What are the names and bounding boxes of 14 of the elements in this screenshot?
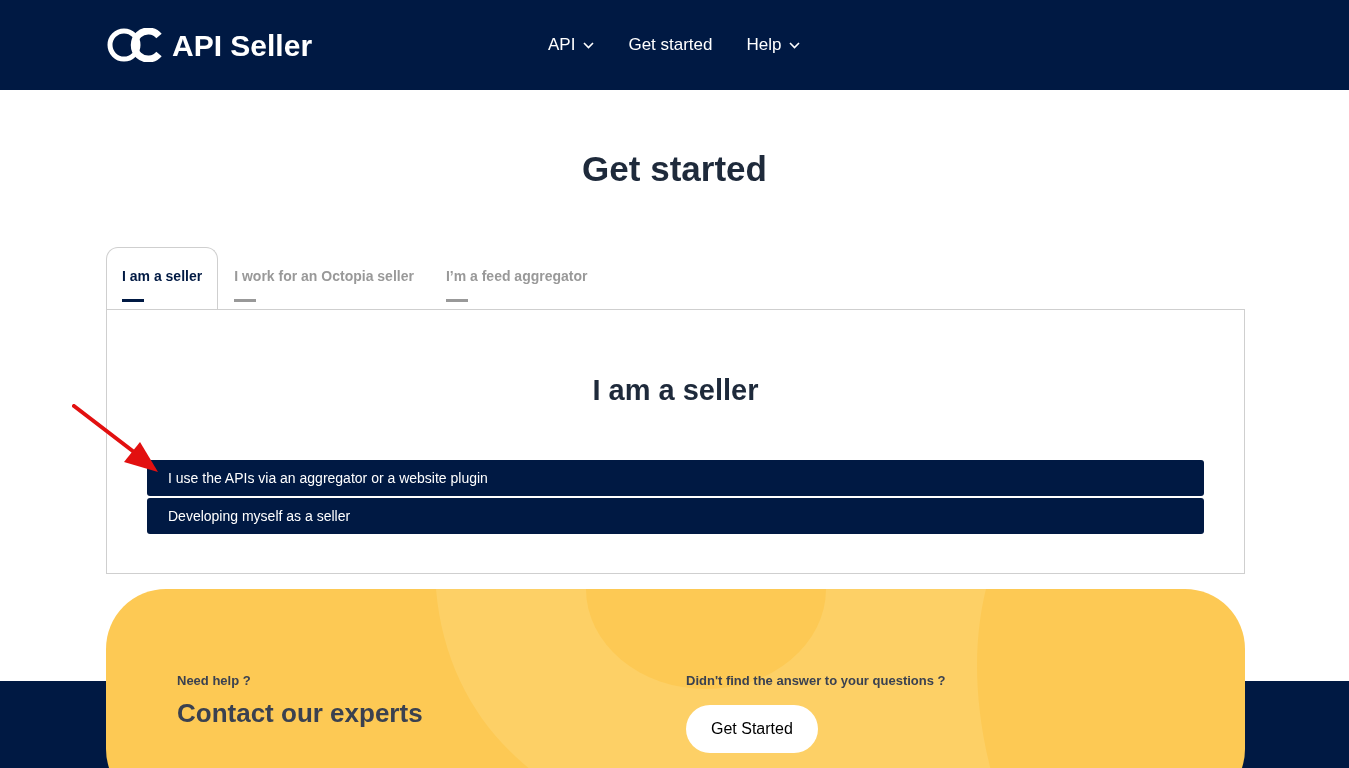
- option-button[interactable]: Developing myself as a seller: [147, 498, 1204, 534]
- option-button[interactable]: I use the APIs via an aggregator or a website plugin: [147, 460, 1204, 496]
- logo-icon: [107, 28, 164, 62]
- logo-text: API Seller: [172, 27, 313, 64]
- nav-link[interactable]: API: [548, 32, 595, 58]
- help-question: Didn't find the answer to your questions ?: [686, 672, 946, 690]
- panel-heading: I am a seller: [591, 373, 760, 408]
- help-kicker: Need help ?: [177, 672, 252, 690]
- help-heading: Contact our experts: [177, 696, 424, 730]
- get-started-button[interactable]: Get Started: [686, 704, 818, 753]
- nav-link[interactable]: Help: [746, 32, 801, 58]
- nav-link[interactable]: Get started: [628, 32, 713, 58]
- tab[interactable]: I am a seller: [106, 247, 219, 309]
- page-title: Get started: [581, 148, 768, 190]
